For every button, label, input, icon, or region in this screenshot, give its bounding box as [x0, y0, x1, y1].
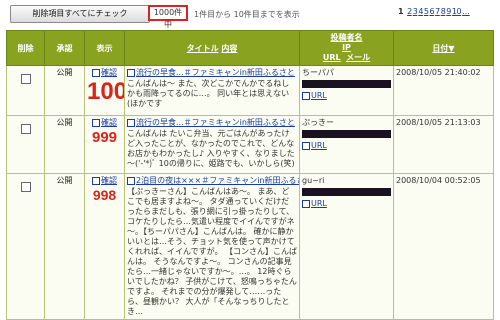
- author-url-link[interactable]: URL: [302, 91, 391, 101]
- entry-title-link[interactable]: 2泊目の夜は×××＃ファミキャンin新田ふるさと: [127, 176, 300, 186]
- confirm-link[interactable]: 確認: [92, 118, 117, 127]
- pager-page-link[interactable]: 3: [413, 7, 418, 16]
- total-count-badge: 1000件中: [148, 5, 188, 29]
- check-all-delete-button[interactable]: 削除項目すべてにチェック: [10, 5, 150, 23]
- entry-title-link[interactable]: 流行の早食...＃ファミキャンin新田ふるさと: [127, 118, 297, 128]
- header-date-link[interactable]: 日付▼: [432, 44, 454, 53]
- delete-checkbox[interactable]: [20, 124, 31, 134]
- display-range-text: 1件目から 10件目までを表示: [194, 10, 300, 19]
- header-poster: 投稿者名 IP URL メール: [299, 30, 394, 66]
- entry-title-text: 流行の早食...＃ファミキャンin新田ふるさと: [136, 118, 295, 127]
- delete-cell: [6, 65, 45, 116]
- display-cell: 確認 999: [84, 115, 125, 174]
- header-date-sort: 日付▼: [393, 30, 494, 66]
- window-icon: [92, 68, 100, 77]
- display-cell: 確認 1000: [84, 65, 125, 116]
- toolbar: 削除項目すべてにチェック 1000件中 1件目から 10件目までを表示 1 23…: [0, 0, 500, 29]
- post-date: 2008/10/05 21:13:03: [393, 115, 494, 174]
- poster-cell: ぷっきー URL: [299, 115, 394, 174]
- poster-cell: gu~ri URL: [299, 173, 394, 320]
- entry-title-text: 2泊目の夜は×××＃ファミキャンin新田ふるさと: [136, 176, 300, 185]
- redacted-ip-block: [302, 130, 391, 138]
- pagination: 1 2345678910...: [398, 7, 471, 16]
- window-icon: [92, 176, 100, 185]
- pager-page-link[interactable]: 4: [418, 7, 423, 16]
- post-date: 2008/10/05 21:40:02: [393, 65, 494, 116]
- header-content-link[interactable]: 内容: [221, 44, 237, 53]
- approve-status: 公開: [44, 115, 85, 174]
- author-url-label: URL: [311, 141, 327, 150]
- pager-page-link[interactable]: 6: [430, 7, 435, 16]
- author-name: gu~ri: [302, 176, 325, 185]
- window-icon: [127, 176, 135, 185]
- author-name: ぷっきー: [302, 118, 334, 127]
- window-icon: [127, 118, 135, 127]
- table-row: 公開 確認 999 流行の早食...＃ファミキャンin新田ふるさと こんばんは …: [6, 115, 494, 174]
- window-icon: [92, 118, 100, 127]
- pager-page-link[interactable]: 5: [424, 7, 429, 16]
- redacted-ip-block: [302, 80, 391, 88]
- pager-page-link[interactable]: 2: [407, 7, 412, 16]
- pager-page-link[interactable]: 9: [446, 7, 451, 16]
- pager-page-link[interactable]: 8: [441, 7, 446, 16]
- header-url-link[interactable]: URL: [323, 53, 341, 62]
- author-url-label: URL: [311, 91, 327, 100]
- delete-checkbox[interactable]: [20, 74, 31, 84]
- author-url-link[interactable]: URL: [302, 199, 391, 209]
- window-icon: [302, 91, 310, 100]
- pager-page-link[interactable]: 7: [435, 7, 440, 16]
- comment-body: こんばんは たいこ弁当、元ごはんがあったけど入ったことが、なかったのでこれで、ど…: [127, 129, 295, 168]
- header-mail-link[interactable]: メール: [346, 53, 370, 62]
- author-url-label: URL: [311, 199, 327, 208]
- header-title-content: タイトル 内容: [124, 30, 300, 66]
- redacted-ip-block: [302, 188, 391, 196]
- row-number-annotation: 1000: [87, 78, 124, 105]
- author-name: ちーパパ: [302, 68, 334, 77]
- confirm-label: 確認: [101, 176, 117, 185]
- pager-next-link[interactable]: ...: [462, 7, 470, 16]
- comment-body: こんばんは～ また、次どこかでんかでるねしかも雨降ってるのに…。 同い年とは思え…: [127, 79, 290, 108]
- entry-title-link[interactable]: 流行の早食...＃ファミキャンin新田ふるさと: [127, 68, 297, 78]
- confirm-label: 確認: [101, 68, 117, 77]
- table-header-row: 削除 承認 表示 タイトル 内容 投稿者名 IP URL メール 日付▼: [6, 30, 494, 66]
- author-url-link[interactable]: URL: [302, 141, 391, 151]
- poster-cell: ちーパパ URL: [299, 65, 394, 116]
- approve-status: 公開: [44, 173, 85, 320]
- window-icon: [302, 199, 310, 208]
- window-icon: [127, 68, 135, 77]
- pager-current-page: 1: [398, 7, 404, 16]
- comments-table: 削除 承認 表示 タイトル 内容 投稿者名 IP URL メール 日付▼ 公開 …: [6, 30, 494, 320]
- approve-status: 公開: [44, 65, 85, 116]
- table-row: 公開 確認 998 2泊目の夜は×××＃ファミキャンin新田ふるさと 【ぷっきー…: [6, 173, 494, 320]
- pager-page-link[interactable]: 10: [452, 7, 462, 16]
- confirm-link[interactable]: 確認: [92, 176, 117, 185]
- title-content-cell: 流行の早食...＃ファミキャンin新田ふるさと こんばんは～ また、次どこかでん…: [124, 65, 300, 116]
- comment-body: 【ぷっきーさん】こんばんはあ～。 まあ、どこでも居ますよね～。 タダ通っていくだ…: [127, 187, 297, 316]
- confirm-label: 確認: [101, 118, 117, 127]
- header-title-link[interactable]: タイトル: [187, 44, 219, 53]
- row-number-annotation: 999: [91, 129, 118, 146]
- confirm-link[interactable]: 確認: [92, 68, 117, 77]
- title-content-cell: 流行の早食...＃ファミキャンin新田ふるさと こんばんは たいこ弁当、元ごはん…: [124, 115, 300, 174]
- window-icon: [302, 141, 310, 150]
- delete-cell: [6, 173, 45, 320]
- header-display: 表示: [84, 30, 125, 66]
- row-number-annotation: 998: [92, 187, 117, 203]
- header-delete: 削除: [6, 30, 45, 66]
- display-cell: 確認 998: [84, 173, 125, 320]
- post-date: 2008/10/04 00:52:05: [393, 173, 494, 320]
- delete-checkbox[interactable]: [20, 182, 31, 192]
- delete-cell: [6, 115, 45, 174]
- entry-title-text: 流行の早食...＃ファミキャンin新田ふるさと: [136, 68, 295, 77]
- header-poster-name-link[interactable]: 投稿者名: [300, 33, 393, 43]
- header-approve: 承認: [44, 30, 85, 66]
- table-row: 公開 確認 1000 流行の早食...＃ファミキャンin新田ふるさと こんばんは…: [6, 65, 494, 116]
- header-ip-link[interactable]: IP: [300, 43, 393, 53]
- title-content-cell: 2泊目の夜は×××＃ファミキャンin新田ふるさと 【ぷっきーさん】こんばんはあ～…: [124, 173, 300, 320]
